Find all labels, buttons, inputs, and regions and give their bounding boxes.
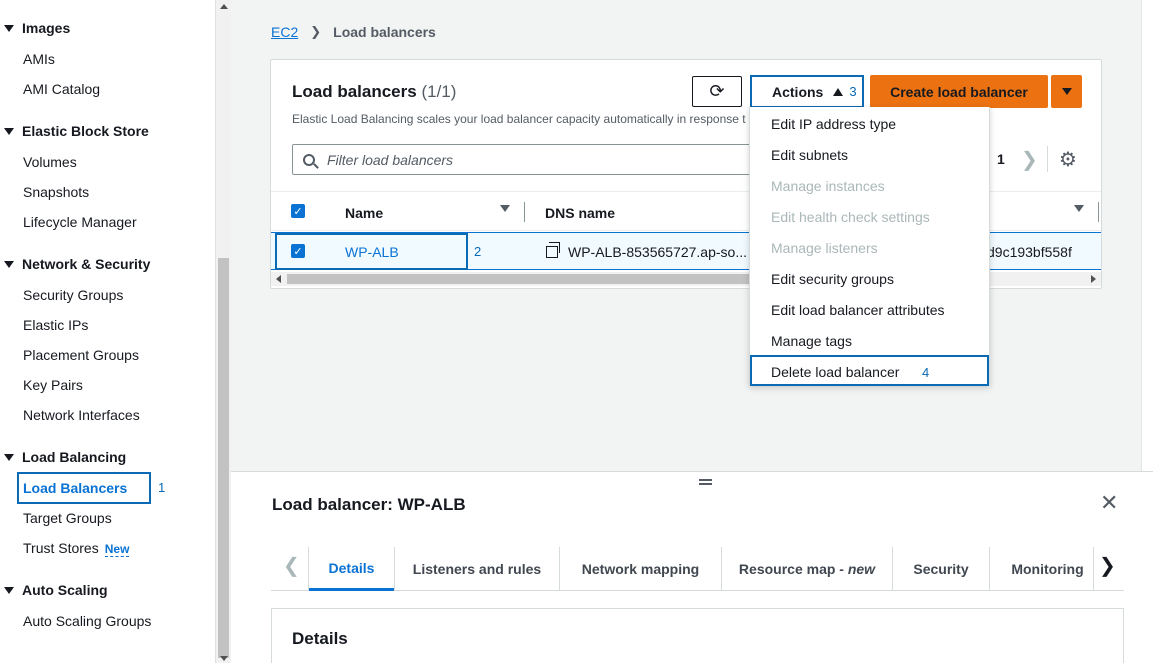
annotation-box-2	[275, 233, 468, 270]
caret-down-icon	[4, 260, 14, 268]
caret-up-icon	[833, 87, 844, 96]
annotation-label-3: 3	[849, 84, 857, 99]
tab-divider	[1093, 547, 1094, 591]
section-auto-scaling[interactable]: Auto Scaling	[4, 582, 108, 598]
menu-item-delete-load-balancer[interactable]: Delete load balancer	[771, 364, 899, 380]
breadcrumb-ec2-link[interactable]: EC2	[271, 24, 298, 40]
refresh-icon: ⟳	[709, 81, 725, 101]
scroll-up-icon[interactable]	[220, 4, 228, 9]
section-network-security[interactable]: Network & Security	[4, 256, 150, 272]
split-panel-title: Load balancer: WP-ALB	[272, 495, 466, 514]
details-tabs: ❮ Details Listeners and rules Network ma…	[271, 547, 1124, 591]
sidebar-item-target-groups[interactable]: Target Groups	[23, 510, 112, 526]
sidebar-item-ami-catalog[interactable]: AMI Catalog	[23, 81, 100, 97]
gear-icon[interactable]: ⚙	[1059, 147, 1077, 172]
menu-item-edit-ip-address-type[interactable]: Edit IP address type	[771, 116, 896, 132]
close-icon[interactable]: ✕	[1100, 490, 1118, 516]
chevron-right-icon[interactable]: ❯	[1021, 147, 1038, 172]
actions-button[interactable]: Actions 3	[750, 75, 864, 108]
scroll-down-icon[interactable]	[220, 656, 228, 661]
search-icon	[303, 153, 315, 166]
tab-listeners-and-rules[interactable]: Listeners and rules	[395, 547, 559, 591]
page-number[interactable]: 1	[997, 151, 1005, 167]
sidebar-item-placement-groups[interactable]: Placement Groups	[23, 347, 139, 363]
menu-item-edit-security-groups[interactable]: Edit security groups	[771, 271, 894, 287]
column-divider[interactable]	[1098, 202, 1099, 222]
column-divider[interactable]	[524, 202, 525, 222]
chevron-left-icon[interactable]: ❮	[283, 553, 300, 578]
sidebar-item-key-pairs[interactable]: Key Pairs	[23, 377, 83, 393]
sidebar-item-volumes[interactable]: Volumes	[23, 154, 77, 170]
chevron-right-icon[interactable]: ❯	[1099, 553, 1116, 578]
sidebar-item-elastic-ips[interactable]: Elastic IPs	[23, 317, 88, 333]
tab-resource-map[interactable]: Resource map - new	[722, 547, 892, 591]
sidebar-item-snapshots[interactable]: Snapshots	[23, 184, 89, 200]
tab-monitoring[interactable]: Monitoring	[990, 547, 1105, 591]
id-cell: d9c193bf558f	[987, 244, 1072, 260]
sidebar-item-lifecycle-manager[interactable]: Lifecycle Manager	[23, 214, 137, 230]
scrollbar-thumb[interactable]	[287, 274, 759, 284]
details-section-title: Details	[292, 629, 348, 648]
annotation-label-4: 4	[922, 365, 930, 380]
sidebar-item-amis[interactable]: AMIs	[23, 51, 55, 67]
caret-down-icon	[4, 24, 14, 32]
filter-input[interactable]: Filter load balancers	[292, 144, 752, 175]
select-all-checkbox[interactable]: ✓	[291, 204, 305, 218]
chevron-right-icon: ❯	[310, 24, 322, 39]
caret-down-icon	[4, 586, 14, 594]
new-badge: New	[104, 542, 130, 557]
section-images[interactable]: Images	[4, 20, 70, 36]
column-header-dns-name[interactable]: DNS name	[545, 205, 615, 221]
menu-item-manage-listeners: Manage listeners	[771, 240, 878, 256]
dns-name-cell: WP-ALB-853565727.ap-so...	[546, 242, 747, 260]
section-load-balancing[interactable]: Load Balancing	[4, 449, 126, 465]
annotation-box-1	[17, 472, 151, 504]
column-header-name[interactable]: Name	[345, 205, 383, 221]
sidebar-scrollbar[interactable]	[215, 0, 231, 663]
selection-count: (1/1)	[421, 82, 457, 101]
scroll-left-icon[interactable]	[276, 275, 281, 283]
page-scrollbar[interactable]	[1141, 0, 1153, 472]
drag-handle-icon[interactable]	[699, 479, 712, 485]
scrollbar-thumb[interactable]	[218, 258, 229, 658]
scroll-right-icon[interactable]	[1091, 275, 1096, 283]
breadcrumb-current: Load balancers	[333, 24, 436, 40]
menu-item-edit-health-check-settings: Edit health check settings	[771, 209, 930, 225]
sidebar-item-network-interfaces[interactable]: Network Interfaces	[23, 407, 140, 423]
tab-network-mapping[interactable]: Network mapping	[560, 547, 721, 591]
caret-down-icon	[1061, 88, 1072, 95]
details-split-panel: Load balancer: WP-ALB ✕ ❮ Details Listen…	[231, 471, 1153, 663]
tab-details[interactable]: Details	[309, 547, 394, 591]
sidebar-item-auto-scaling-groups[interactable]: Auto Scaling Groups	[23, 613, 151, 629]
sidebar-item-security-groups[interactable]: Security Groups	[23, 287, 123, 303]
sidebar-item-trust-stores[interactable]: Trust Stores New	[23, 540, 130, 557]
sort-icon[interactable]	[1074, 205, 1084, 212]
sidebar-nav: Images AMIs AMI Catalog Elastic Block St…	[0, 0, 215, 663]
panel-title: Load balancers (1/1)	[292, 82, 457, 101]
menu-item-edit-load-balancer-attributes[interactable]: Edit load balancer attributes	[771, 302, 945, 318]
details-section: Details	[271, 608, 1124, 663]
caret-down-icon	[4, 127, 14, 135]
menu-item-manage-instances: Manage instances	[771, 178, 885, 194]
create-options-button[interactable]	[1051, 75, 1082, 108]
section-elastic-block-store[interactable]: Elastic Block Store	[4, 123, 149, 139]
sort-icon[interactable]	[500, 205, 510, 212]
create-load-balancer-button[interactable]: Create load balancer	[870, 75, 1048, 108]
caret-down-icon	[4, 453, 14, 461]
refresh-button[interactable]: ⟳	[692, 76, 742, 107]
breadcrumb: EC2 ❯ Load balancers	[271, 24, 436, 40]
menu-item-manage-tags[interactable]: Manage tags	[771, 333, 852, 349]
annotation-label-2: 2	[474, 244, 482, 259]
divider	[1047, 146, 1048, 172]
copy-icon[interactable]	[546, 242, 560, 258]
actions-dropdown-menu: Edit IP address type Edit subnets Manage…	[749, 107, 990, 386]
menu-item-edit-subnets[interactable]: Edit subnets	[771, 147, 848, 163]
panel-description: Elastic Load Balancing scales your load …	[292, 112, 746, 126]
annotation-label-1: 1	[158, 480, 166, 495]
tab-security[interactable]: Security	[893, 547, 989, 591]
